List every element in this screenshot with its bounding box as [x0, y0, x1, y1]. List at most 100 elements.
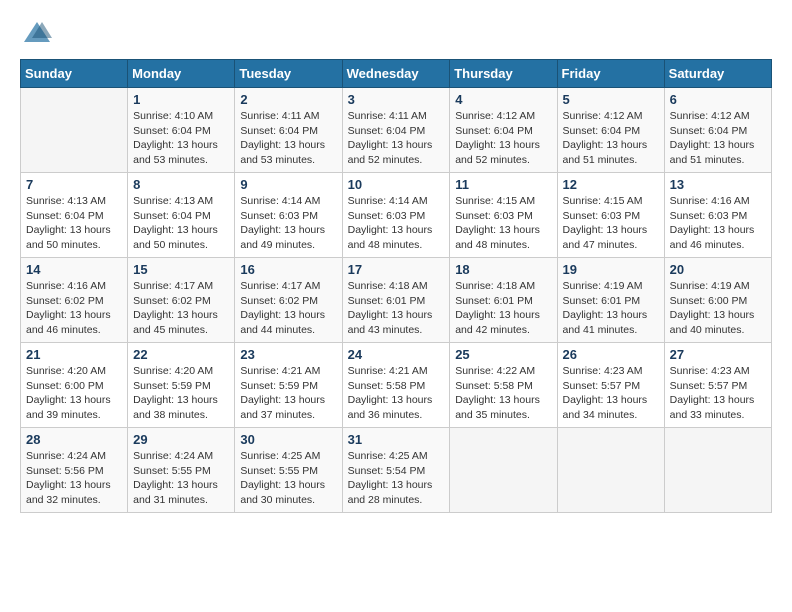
weekday-header-saturday: Saturday	[664, 60, 771, 88]
day-number: 30	[240, 432, 336, 447]
calendar-cell: 25 Sunrise: 4:22 AM Sunset: 5:58 PM Dayli…	[450, 343, 557, 428]
calendar-cell: 24 Sunrise: 4:21 AM Sunset: 5:58 PM Dayli…	[342, 343, 450, 428]
calendar-cell	[21, 88, 128, 173]
cell-content: Sunrise: 4:17 AM Sunset: 6:02 PM Dayligh…	[133, 279, 229, 338]
cell-content: Sunrise: 4:24 AM Sunset: 5:56 PM Dayligh…	[26, 449, 122, 508]
calendar-cell	[450, 428, 557, 513]
day-number: 15	[133, 262, 229, 277]
calendar-header: SundayMondayTuesdayWednesdayThursdayFrid…	[21, 60, 772, 88]
calendar-cell: 21 Sunrise: 4:20 AM Sunset: 6:00 PM Dayli…	[21, 343, 128, 428]
cell-content: Sunrise: 4:14 AM Sunset: 6:03 PM Dayligh…	[240, 194, 336, 253]
cell-content: Sunrise: 4:16 AM Sunset: 6:03 PM Dayligh…	[670, 194, 766, 253]
cell-content: Sunrise: 4:10 AM Sunset: 6:04 PM Dayligh…	[133, 109, 229, 168]
calendar-cell: 10 Sunrise: 4:14 AM Sunset: 6:03 PM Dayli…	[342, 173, 450, 258]
calendar-cell: 5 Sunrise: 4:12 AM Sunset: 6:04 PM Daylig…	[557, 88, 664, 173]
day-number: 1	[133, 92, 229, 107]
logo-icon	[22, 20, 52, 44]
weekday-header-sunday: Sunday	[21, 60, 128, 88]
calendar-cell: 27Sunrise: 4:23 AM Sunset: 5:57 PM Dayli…	[664, 343, 771, 428]
day-number: 22	[133, 347, 229, 362]
day-number: 8	[133, 177, 229, 192]
calendar-cell: 29Sunrise: 4:24 AM Sunset: 5:55 PM Dayli…	[128, 428, 235, 513]
calendar-body: 1 Sunrise: 4:10 AM Sunset: 6:04 PM Daylig…	[21, 88, 772, 513]
day-number: 31	[348, 432, 445, 447]
cell-content: Sunrise: 4:21 AM Sunset: 5:59 PM Dayligh…	[240, 364, 336, 423]
cell-content: Sunrise: 4:11 AM Sunset: 6:04 PM Dayligh…	[240, 109, 336, 168]
cell-content: Sunrise: 4:12 AM Sunset: 6:04 PM Dayligh…	[455, 109, 551, 168]
day-number: 18	[455, 262, 551, 277]
weekday-header-tuesday: Tuesday	[235, 60, 342, 88]
calendar-cell: 30Sunrise: 4:25 AM Sunset: 5:55 PM Dayli…	[235, 428, 342, 513]
calendar-cell: 14Sunrise: 4:16 AM Sunset: 6:02 PM Dayli…	[21, 258, 128, 343]
calendar-cell: 6Sunrise: 4:12 AM Sunset: 6:04 PM Daylig…	[664, 88, 771, 173]
calendar-week-row: 21 Sunrise: 4:20 AM Sunset: 6:00 PM Dayli…	[21, 343, 772, 428]
calendar-cell: 18 Sunrise: 4:18 AM Sunset: 6:01 PM Dayli…	[450, 258, 557, 343]
cell-content: Sunrise: 4:20 AM Sunset: 6:00 PM Dayligh…	[26, 364, 122, 423]
day-number: 26	[563, 347, 659, 362]
cell-content: Sunrise: 4:13 AM Sunset: 6:04 PM Dayligh…	[26, 194, 122, 253]
weekday-header-row: SundayMondayTuesdayWednesdayThursdayFrid…	[21, 60, 772, 88]
weekday-header-thursday: Thursday	[450, 60, 557, 88]
day-number: 10	[348, 177, 445, 192]
day-number: 4	[455, 92, 551, 107]
day-number: 25	[455, 347, 551, 362]
cell-content: Sunrise: 4:20 AM Sunset: 5:59 PM Dayligh…	[133, 364, 229, 423]
day-number: 5	[563, 92, 659, 107]
cell-content: Sunrise: 4:25 AM Sunset: 5:54 PM Dayligh…	[348, 449, 445, 508]
weekday-header-wednesday: Wednesday	[342, 60, 450, 88]
calendar-cell: 16Sunrise: 4:17 AM Sunset: 6:02 PM Dayli…	[235, 258, 342, 343]
calendar-cell: 12Sunrise: 4:15 AM Sunset: 6:03 PM Dayli…	[557, 173, 664, 258]
day-number: 13	[670, 177, 766, 192]
calendar-cell: 1 Sunrise: 4:10 AM Sunset: 6:04 PM Daylig…	[128, 88, 235, 173]
calendar-cell: 4 Sunrise: 4:12 AM Sunset: 6:04 PM Daylig…	[450, 88, 557, 173]
calendar-cell: 26 Sunrise: 4:23 AM Sunset: 5:57 PM Dayli…	[557, 343, 664, 428]
calendar-cell: 7 Sunrise: 4:13 AM Sunset: 6:04 PM Daylig…	[21, 173, 128, 258]
calendar-table: SundayMondayTuesdayWednesdayThursdayFrid…	[20, 59, 772, 513]
cell-content: Sunrise: 4:13 AM Sunset: 6:04 PM Dayligh…	[133, 194, 229, 253]
calendar-cell: 2 Sunrise: 4:11 AM Sunset: 6:04 PM Daylig…	[235, 88, 342, 173]
calendar-cell	[664, 428, 771, 513]
cell-content: Sunrise: 4:16 AM Sunset: 6:02 PM Dayligh…	[26, 279, 122, 338]
day-number: 28	[26, 432, 122, 447]
day-number: 21	[26, 347, 122, 362]
calendar-cell: 9 Sunrise: 4:14 AM Sunset: 6:03 PM Daylig…	[235, 173, 342, 258]
day-number: 20	[670, 262, 766, 277]
day-number: 23	[240, 347, 336, 362]
cell-content: Sunrise: 4:11 AM Sunset: 6:04 PM Dayligh…	[348, 109, 445, 168]
weekday-header-monday: Monday	[128, 60, 235, 88]
page-header	[20, 20, 772, 49]
cell-content: Sunrise: 4:24 AM Sunset: 5:55 PM Dayligh…	[133, 449, 229, 508]
day-number: 6	[670, 92, 766, 107]
calendar-week-row: 7 Sunrise: 4:13 AM Sunset: 6:04 PM Daylig…	[21, 173, 772, 258]
calendar-week-row: 1 Sunrise: 4:10 AM Sunset: 6:04 PM Daylig…	[21, 88, 772, 173]
day-number: 2	[240, 92, 336, 107]
cell-content: Sunrise: 4:19 AM Sunset: 6:01 PM Dayligh…	[563, 279, 659, 338]
calendar-cell: 22 Sunrise: 4:20 AM Sunset: 5:59 PM Dayli…	[128, 343, 235, 428]
calendar-cell: 17Sunrise: 4:18 AM Sunset: 6:01 PM Dayli…	[342, 258, 450, 343]
cell-content: Sunrise: 4:12 AM Sunset: 6:04 PM Dayligh…	[563, 109, 659, 168]
calendar-cell	[557, 428, 664, 513]
cell-content: Sunrise: 4:14 AM Sunset: 6:03 PM Dayligh…	[348, 194, 445, 253]
calendar-cell: 8 Sunrise: 4:13 AM Sunset: 6:04 PM Daylig…	[128, 173, 235, 258]
day-number: 19	[563, 262, 659, 277]
calendar-cell: 15 Sunrise: 4:17 AM Sunset: 6:02 PM Dayli…	[128, 258, 235, 343]
calendar-cell: 20 Sunrise: 4:19 AM Sunset: 6:00 PM Dayli…	[664, 258, 771, 343]
day-number: 9	[240, 177, 336, 192]
cell-content: Sunrise: 4:17 AM Sunset: 6:02 PM Dayligh…	[240, 279, 336, 338]
cell-content: Sunrise: 4:19 AM Sunset: 6:00 PM Dayligh…	[670, 279, 766, 338]
cell-content: Sunrise: 4:22 AM Sunset: 5:58 PM Dayligh…	[455, 364, 551, 423]
day-number: 7	[26, 177, 122, 192]
cell-content: Sunrise: 4:15 AM Sunset: 6:03 PM Dayligh…	[455, 194, 551, 253]
calendar-cell: 13 Sunrise: 4:16 AM Sunset: 6:03 PM Dayli…	[664, 173, 771, 258]
calendar-cell: 28 Sunrise: 4:24 AM Sunset: 5:56 PM Dayli…	[21, 428, 128, 513]
cell-content: Sunrise: 4:23 AM Sunset: 5:57 PM Dayligh…	[563, 364, 659, 423]
cell-content: Sunrise: 4:18 AM Sunset: 6:01 PM Dayligh…	[455, 279, 551, 338]
cell-content: Sunrise: 4:21 AM Sunset: 5:58 PM Dayligh…	[348, 364, 445, 423]
day-number: 24	[348, 347, 445, 362]
calendar-week-row: 14Sunrise: 4:16 AM Sunset: 6:02 PM Dayli…	[21, 258, 772, 343]
calendar-cell: 11 Sunrise: 4:15 AM Sunset: 6:03 PM Dayli…	[450, 173, 557, 258]
day-number: 27	[670, 347, 766, 362]
day-number: 11	[455, 177, 551, 192]
calendar-cell: 23 Sunrise: 4:21 AM Sunset: 5:59 PM Dayli…	[235, 343, 342, 428]
day-number: 12	[563, 177, 659, 192]
